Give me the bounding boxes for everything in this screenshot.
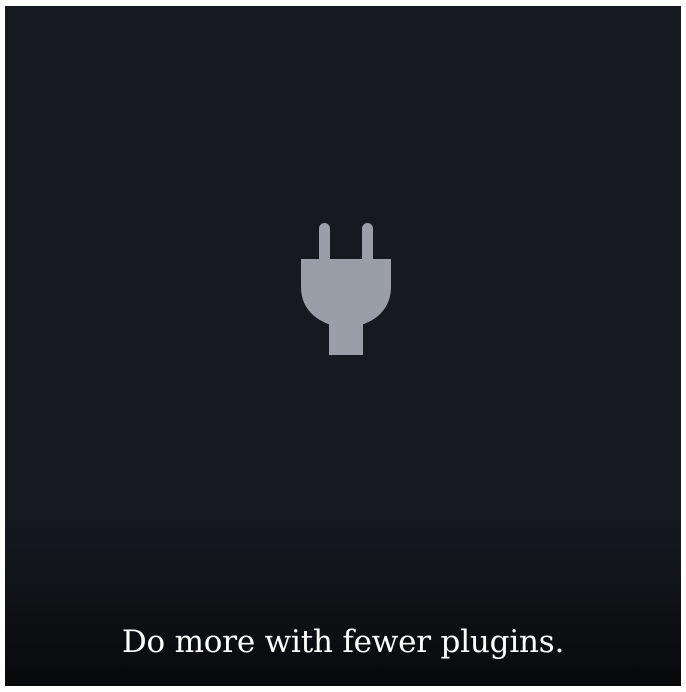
card-caption: Do more with fewer plugins. (121, 624, 565, 660)
plug-icon (301, 223, 391, 355)
feature-card: Do more with fewer plugins. (5, 6, 681, 686)
